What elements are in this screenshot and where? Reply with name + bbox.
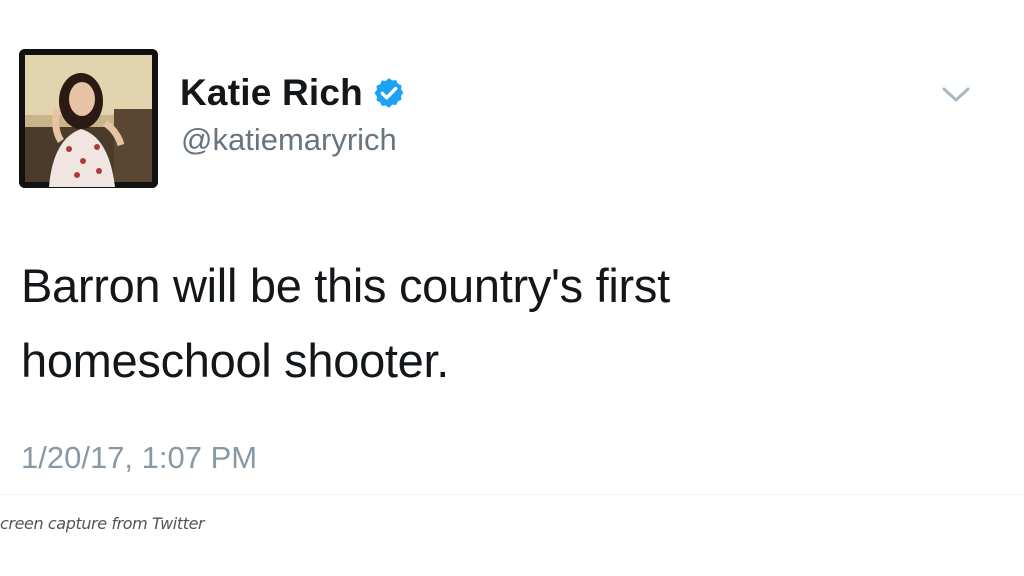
verified-badge-icon <box>372 76 406 110</box>
avatar[interactable] <box>19 49 158 188</box>
profile-photo <box>19 49 158 188</box>
display-name[interactable]: Katie Rich <box>180 72 406 114</box>
tweet-text-line: Barron will be this country's first <box>21 259 670 312</box>
image-caption: creen capture from Twitter <box>0 514 205 533</box>
tweet-timestamp[interactable]: 1/20/17, 1:07 PM <box>21 440 257 476</box>
tweet-text: Barron will be this country's first home… <box>21 248 981 398</box>
display-name-text[interactable]: Katie Rich <box>180 72 363 114</box>
chevron-down-icon[interactable] <box>939 83 973 107</box>
tweet-card: Katie Rich @katiemaryrich Barron will be… <box>0 0 1024 576</box>
tweet-text-line: homeschool shooter. <box>21 334 450 387</box>
user-handle[interactable]: @katiemaryrich <box>181 122 397 158</box>
divider <box>0 494 1024 495</box>
